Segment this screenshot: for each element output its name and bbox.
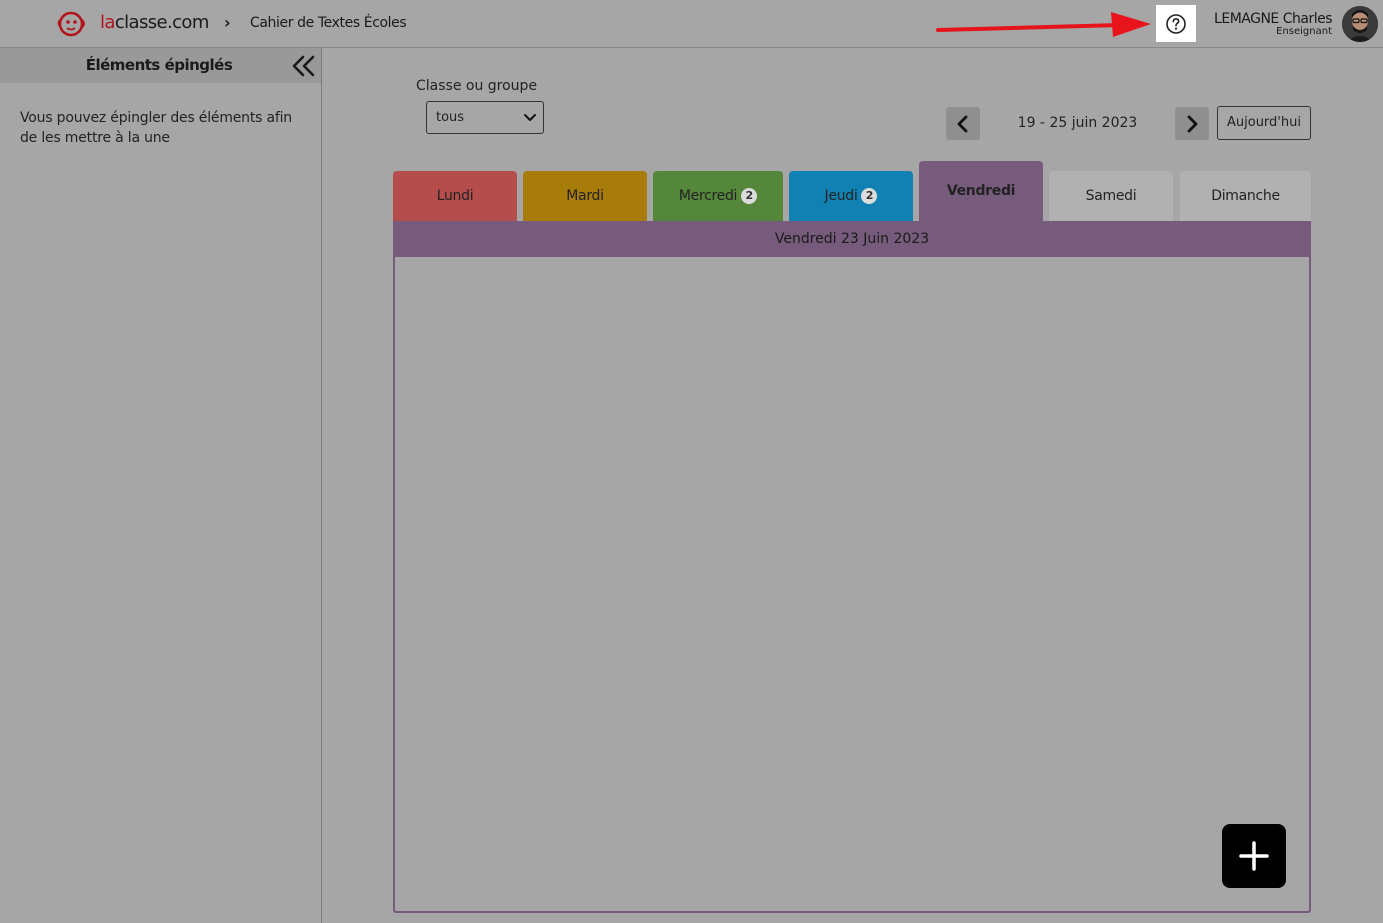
top-bar: laclasse.com › Cahier de Textes Écoles L… [0,0,1383,48]
chevron-right-icon [1187,115,1198,132]
day-content-panel [393,257,1311,913]
tab-vendredi[interactable]: Vendredi [919,161,1043,221]
tab-label: Samedi [1085,188,1137,204]
class-group-select[interactable]: tous [426,101,544,134]
tab-label: Dimanche [1211,188,1280,204]
chevron-down-icon [524,114,536,121]
previous-week-button[interactable] [946,107,980,140]
breadcrumb-app-title[interactable]: Cahier de Textes Écoles [250,15,407,31]
next-week-button[interactable] [1175,107,1209,140]
day-header: Vendredi 23 Juin 2023 [393,221,1311,257]
question-circle-icon [1166,13,1186,34]
tab-count-badge: 2 [861,188,878,204]
tab-samedi[interactable]: Samedi [1049,171,1173,221]
double-chevron-left-icon [292,55,315,77]
tab-label: Jeudi [824,188,858,204]
tab-mardi[interactable]: Mardi [523,171,647,221]
laclasse-logo-icon[interactable] [57,10,87,38]
tab-label: Mercredi [678,188,738,204]
chevron-left-icon [957,115,968,132]
pinned-sidebar: Éléments épinglés Vous pouvez épingler d… [0,48,322,923]
add-entry-button[interactable] [1222,824,1286,888]
tab-label: Mardi [566,188,604,204]
user-avatar[interactable] [1342,6,1378,42]
laclasse-logo-text[interactable]: laclasse.com [100,12,209,33]
sidebar-header: Éléments épinglés [0,48,321,83]
tab-jeudi[interactable]: Jeudi 2 [789,171,913,221]
tab-label: Lundi [436,188,474,204]
week-range: 19 - 25 juin 2023 [1017,115,1138,131]
tab-dimanche[interactable]: Dimanche [1180,171,1311,221]
help-button[interactable] [1156,5,1196,42]
user-name[interactable]: LEMAGNE Charles [1214,11,1332,27]
sidebar-title: Éléments épinglés [85,56,233,74]
today-button[interactable]: Aujourd'hui [1217,106,1311,140]
collapse-sidebar-button[interactable] [290,53,318,79]
logo-prefix: la [100,12,115,33]
user-role: Enseignant [1276,26,1332,37]
class-group-label: Classe ou groupe [416,78,538,94]
plus-icon [1239,841,1269,871]
logo-suffix: classe.com [114,12,210,33]
annotation-arrow [936,12,1151,37]
tab-label: Vendredi [946,183,1016,199]
tab-lundi[interactable]: Lundi [393,171,517,221]
tab-mercredi[interactable]: Mercredi 2 [653,171,783,221]
tab-count-badge: 2 [741,188,758,204]
breadcrumb-chevron-icon: › [224,13,231,32]
pinned-empty-message: Vous pouvez épingler des éléments afin d… [20,110,292,146]
class-group-selected-value: tous [436,110,465,125]
